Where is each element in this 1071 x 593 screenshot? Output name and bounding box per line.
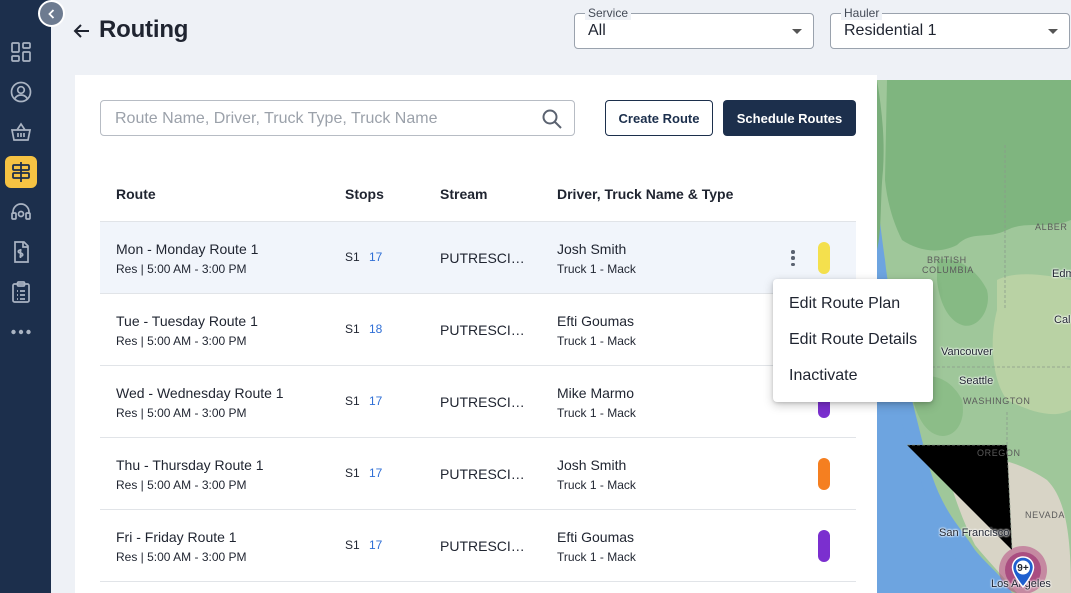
routing-icon — [12, 162, 30, 182]
table-row[interactable]: Thu - Thursday Route 1 Res | 5:00 AM - 3… — [100, 438, 856, 510]
driver-name: Josh Smith — [557, 241, 627, 257]
route-name: Mon - Monday Route 1 — [116, 241, 259, 257]
stream-value: PUTRESCIBLE — [440, 322, 528, 338]
sidebar-item-dashboard[interactable] — [5, 36, 37, 68]
stop-count-link[interactable]: 17 — [369, 466, 382, 480]
search-icon[interactable] — [541, 108, 563, 130]
map-label: Cal — [1054, 314, 1071, 326]
sidebar-item-routing[interactable] — [5, 156, 37, 188]
cluster-count: 9+ — [1017, 563, 1029, 574]
stop-id: S1 — [345, 538, 360, 552]
route-schedule: Res | 5:00 AM - 3:00 PM — [116, 478, 247, 492]
service-select-label: Service — [585, 6, 632, 20]
menu-item-inactivate[interactable]: Inactivate — [789, 367, 857, 385]
route-color-indicator — [818, 242, 830, 274]
menu-item-edit-route-details[interactable]: Edit Route Details — [789, 331, 917, 349]
stop-id: S1 — [345, 322, 360, 336]
service-select-value: All — [588, 22, 606, 39]
sidebar-item-customers[interactable] — [5, 76, 37, 108]
more-options-icon[interactable] — [789, 248, 797, 268]
hauler-select-label: Hauler — [841, 6, 883, 20]
dashboard-icon — [11, 42, 31, 62]
billing-icon — [14, 241, 29, 263]
customer-icon — [10, 81, 32, 103]
map-label: ALBER — [1035, 222, 1068, 232]
map-label: NEVADA — [1025, 510, 1065, 520]
back-arrow-icon[interactable] — [72, 20, 92, 42]
stop-count-link[interactable]: 18 — [369, 322, 382, 336]
route-schedule: Res | 5:00 AM - 3:00 PM — [116, 262, 247, 276]
chevron-left-icon — [47, 8, 54, 19]
driver-name: Mike Marmo — [557, 385, 635, 401]
support-icon — [11, 203, 31, 220]
map-label: Seattle — [959, 375, 994, 387]
route-search-input[interactable]: Route Name, Driver, Truck Type, Truck Na… — [100, 100, 575, 136]
route-color-indicator — [818, 530, 830, 562]
sidebar — [0, 0, 51, 593]
page-title: Routing — [99, 16, 189, 43]
stream-value: PUTRESCIBLE — [440, 250, 528, 266]
sidebar-item-orders[interactable] — [5, 116, 37, 148]
route-name: Fri - Friday Route 1 — [116, 529, 237, 545]
table-row[interactable]: Fri - Friday Route 1 Res | 5:00 AM - 3:0… — [100, 510, 856, 582]
truck-name: Truck 1 - Mack — [557, 334, 636, 348]
route-name: Wed - Wednesday Route 1 — [116, 385, 284, 401]
map-label: OREGON — [977, 448, 1021, 458]
stop-id: S1 — [345, 250, 360, 264]
map-label: Vancouver — [941, 346, 993, 358]
stream-value: PUTRESCIBLE — [440, 394, 528, 410]
menu-item-edit-route-plan[interactable]: Edit Route Plan — [789, 295, 900, 313]
table-row[interactable]: Mon - Monday Route 1 Res | 5:00 AM - 3:0… — [100, 222, 856, 294]
column-header-stops[interactable]: Stops — [345, 186, 384, 202]
stop-count-link[interactable]: 17 — [369, 394, 382, 408]
stop-id: S1 — [345, 466, 360, 480]
map-label: Edm — [1052, 268, 1071, 280]
route-schedule: Res | 5:00 AM - 3:00 PM — [116, 550, 247, 564]
map-label: COLUMBIA — [922, 265, 974, 275]
sidebar-item-billing[interactable] — [5, 236, 37, 268]
more-icon — [11, 329, 31, 335]
driver-name: Josh Smith — [557, 457, 627, 473]
sidebar-collapse-button[interactable] — [38, 0, 65, 27]
create-route-button[interactable]: Create Route — [605, 100, 713, 136]
sidebar-item-tasks[interactable] — [5, 276, 37, 308]
schedule-routes-button[interactable]: Schedule Routes — [723, 100, 856, 136]
sidebar-item-more[interactable] — [5, 316, 37, 348]
column-header-route[interactable]: Route — [116, 186, 156, 202]
sidebar-item-support[interactable] — [5, 196, 37, 228]
driver-name: Efti Goumas — [557, 313, 635, 329]
stream-value: PUTRESCIBLE — [440, 538, 528, 554]
route-schedule: Res | 5:00 AM - 3:00 PM — [116, 406, 247, 420]
stop-id: S1 — [345, 394, 360, 408]
column-header-stream[interactable]: Stream — [440, 186, 487, 202]
service-select[interactable]: Service All — [574, 6, 814, 49]
hauler-select[interactable]: Hauler Residential 1 — [830, 6, 1070, 49]
route-context-menu: Edit Route Plan Edit Route Details Inact… — [773, 279, 933, 402]
table-row[interactable]: Wed - Wednesday Route 1 Res | 5:00 AM - … — [100, 366, 856, 438]
column-header-driver[interactable]: Driver, Truck Name & Type — [557, 186, 733, 202]
search-placeholder: Route Name, Driver, Truck Type, Truck Na… — [115, 110, 438, 127]
map-label: San Francisco — [939, 527, 1010, 539]
clipboard-icon — [12, 281, 30, 303]
stop-count-link[interactable]: 17 — [369, 250, 382, 264]
hauler-select-value: Residential 1 — [844, 22, 937, 39]
truck-name: Truck 1 - Mack — [557, 550, 636, 564]
route-name: Tue - Tuesday Route 1 — [116, 313, 258, 329]
stop-count-link[interactable]: 17 — [369, 538, 382, 552]
truck-name: Truck 1 - Mack — [557, 478, 636, 492]
table-row[interactable]: Tue - Tuesday Route 1 Res | 5:00 AM - 3:… — [100, 294, 856, 366]
caret-down-icon — [1048, 29, 1058, 34]
route-color-indicator — [818, 458, 830, 490]
truck-name: Truck 1 - Mack — [557, 406, 636, 420]
stream-value: PUTRESCIBLE — [440, 466, 528, 482]
basket-icon — [10, 122, 32, 141]
caret-down-icon — [792, 29, 802, 34]
route-name: Thu - Thursday Route 1 — [116, 457, 264, 473]
route-schedule: Res | 5:00 AM - 3:00 PM — [116, 334, 247, 348]
truck-name: Truck 1 - Mack — [557, 262, 636, 276]
driver-name: Efti Goumas — [557, 529, 635, 545]
map-label: WASHINGTON — [963, 396, 1031, 406]
map-label: BRITISH — [927, 255, 967, 265]
